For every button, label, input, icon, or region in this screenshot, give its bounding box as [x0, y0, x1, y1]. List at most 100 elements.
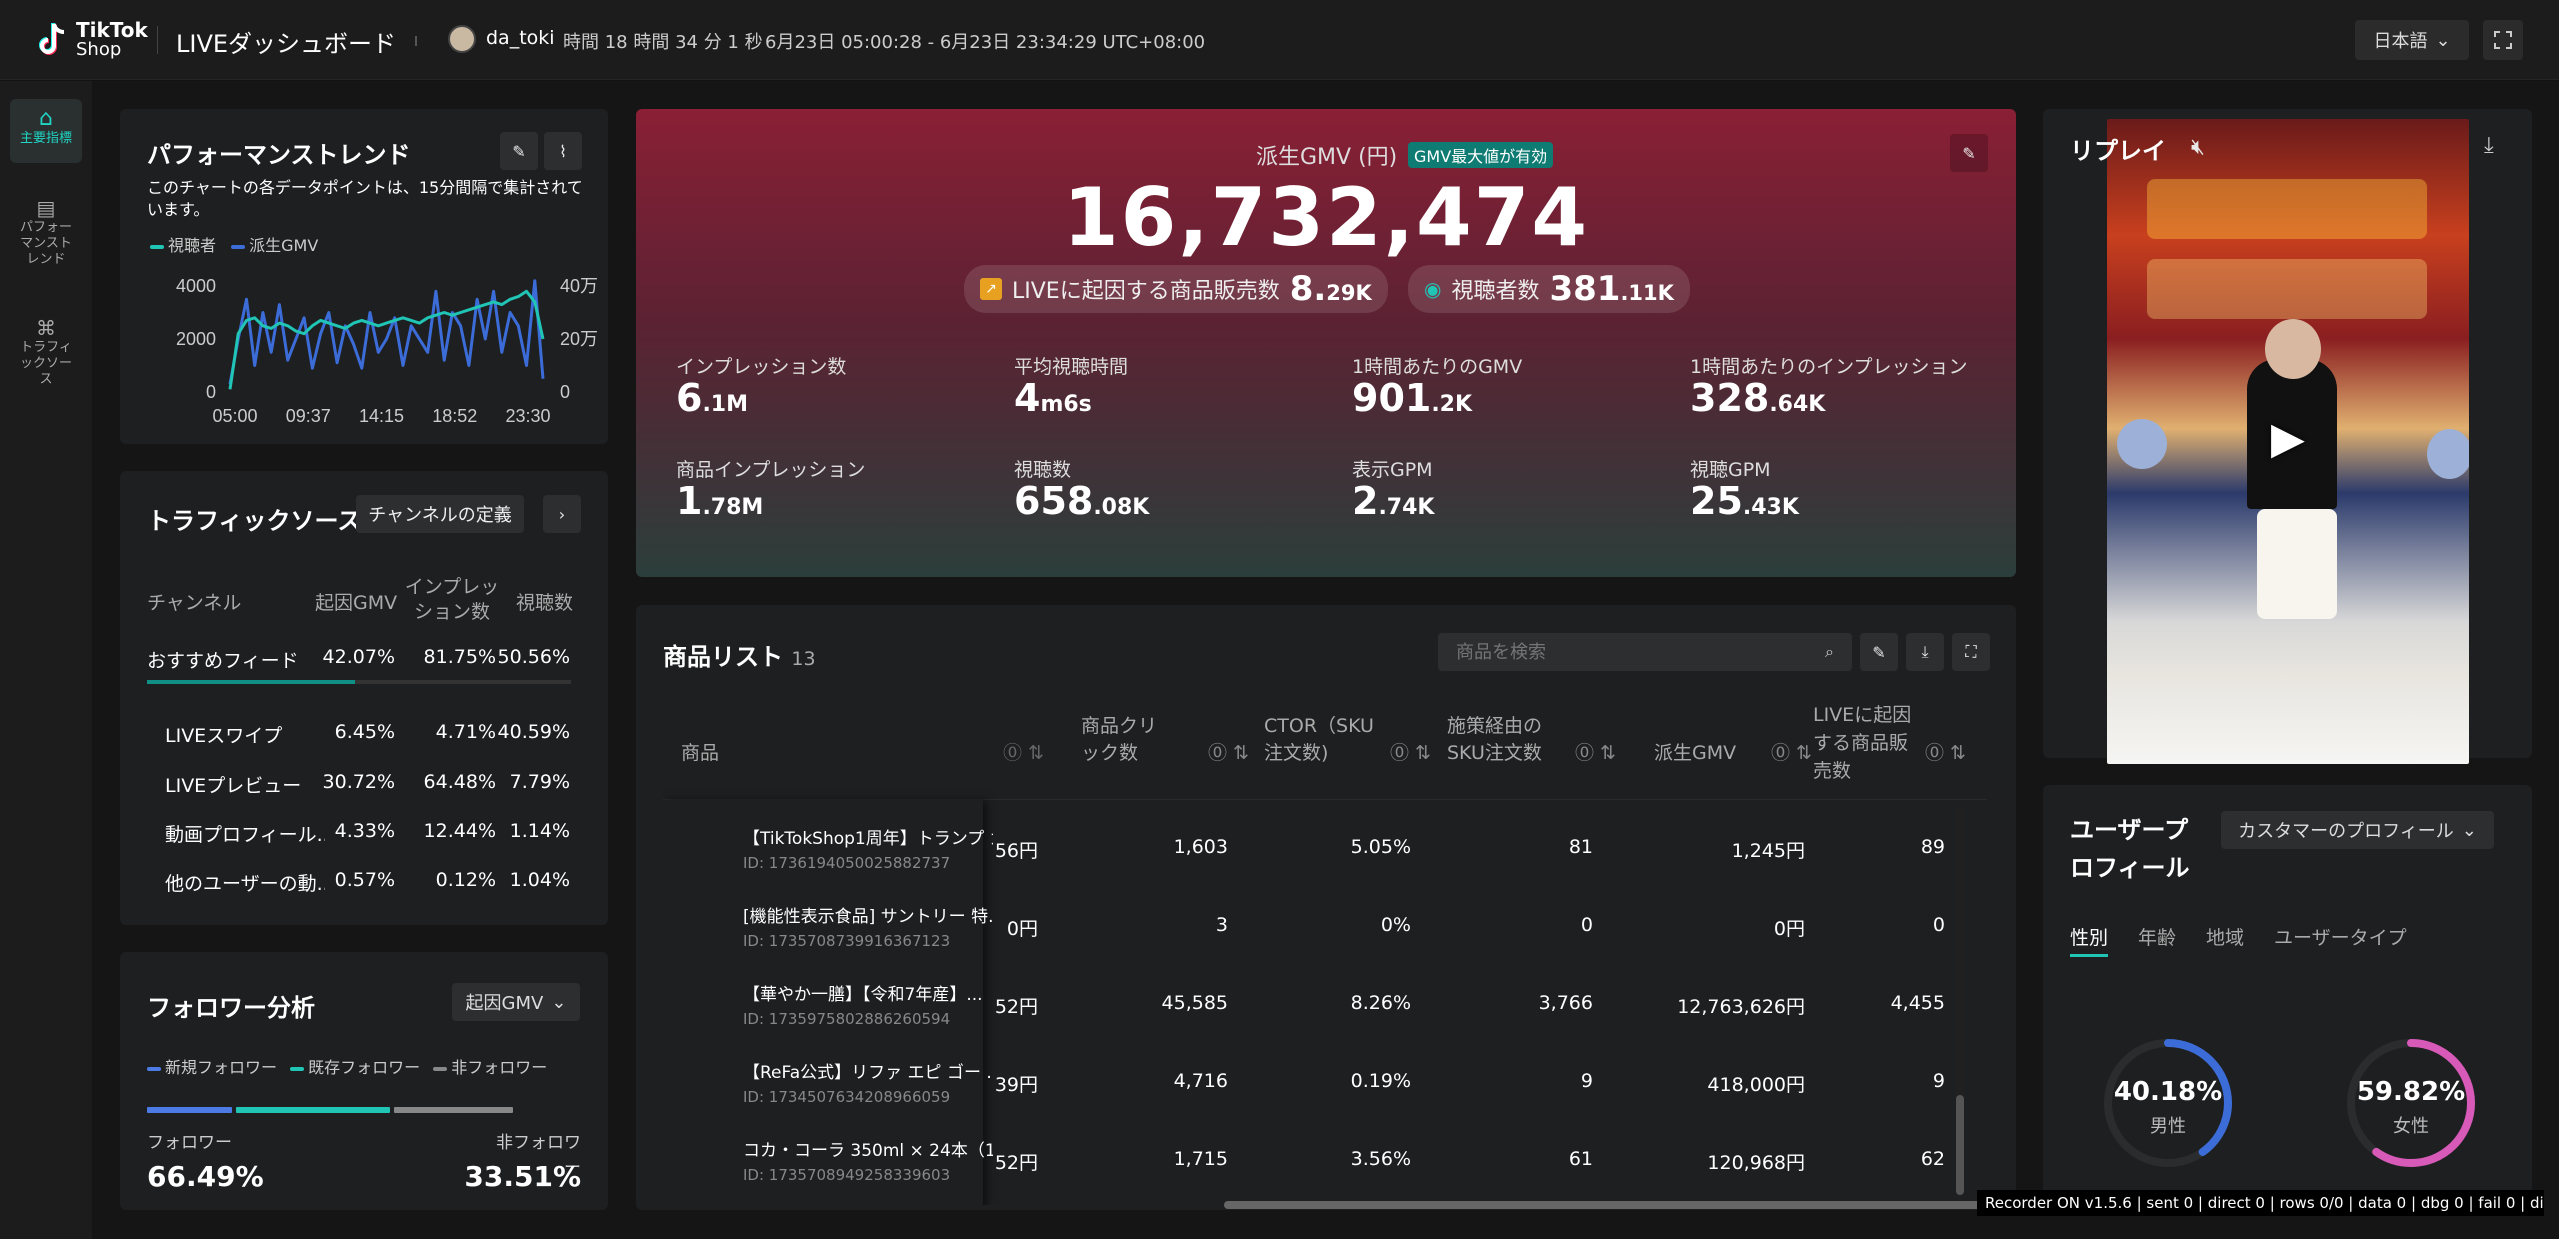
- download-icon[interactable]: ⤓: [2484, 133, 2494, 158]
- user-profile-card: ユーザープロフィール カスタマーのプロフィール ⌄ 性別 年齢 地域 ユーザータイ…: [2043, 785, 2532, 1210]
- table-row[interactable]: 13 コカ・コーラ 350ml × 24本（1... ID: 17357089492…: [663, 1122, 1953, 1200]
- profile-type-select[interactable]: カスタマーのプロフィール ⌄: [2221, 811, 2494, 849]
- product-id: ID: 1734507634208966059: [743, 1088, 951, 1106]
- sidenav-item-traffic-source[interactable]: ⌘ トラフィックソース: [10, 316, 82, 396]
- edit-columns-button[interactable]: ✎: [1860, 633, 1898, 671]
- cell-gmv: 12,763,626円: [1677, 996, 1805, 1018]
- product-name[interactable]: 【ReFa公式】リファ エピ ゴー ...: [743, 1058, 993, 1083]
- card-title: パフォーマンストレンド: [147, 141, 411, 169]
- sort-icon: ⓪ ⇅: [1390, 742, 1431, 764]
- mute-icon[interactable]: 🔇︎: [2191, 135, 2205, 160]
- cell-sku: 3,766: [1538, 992, 1593, 1014]
- cell-sku: 9: [1580, 1070, 1593, 1092]
- table-row[interactable]: 10 [機能性表示食品] サントリー 特... ID: 17357087399163…: [663, 888, 1953, 966]
- edit-button[interactable]: ✎: [1950, 134, 1988, 172]
- traffic-gmv: 6.45%: [334, 721, 395, 743]
- product-name[interactable]: [機能性表示食品] サントリー 特...: [743, 902, 993, 927]
- traffic-views: 1.04%: [509, 869, 570, 891]
- balloon-graphic: [2427, 429, 2469, 479]
- traffic-views: 1.14%: [509, 820, 570, 842]
- search-icon: ⌕: [1825, 642, 1834, 661]
- traffic-channel: 他のユーザーの動...: [165, 873, 325, 895]
- metric-value-main: 658: [1014, 479, 1094, 523]
- metric-value-main: 901: [1352, 376, 1432, 420]
- product-search[interactable]: ⌕: [1438, 633, 1852, 671]
- sidenav-item-performance-trend[interactable]: ▤ パフォーマンストレンド: [10, 196, 82, 276]
- y-right-tick: 20万: [560, 329, 598, 349]
- traffic-row[interactable]: LIVEプレビュー 30.72% 64.48% 7.79%: [120, 759, 608, 803]
- traffic-row[interactable]: おすすめフィード 42.07% 81.75% 50.56%: [120, 634, 608, 684]
- legend-swatch: [231, 244, 246, 249]
- col-header-product: 商品: [681, 742, 720, 764]
- edit-icon: ✎: [512, 141, 526, 161]
- product-name[interactable]: 【華やか一膳】【令和7年産】...: [743, 980, 993, 1005]
- product-name[interactable]: コカ・コーラ 350ml × 24本（1...: [743, 1136, 993, 1161]
- x-tick: 18:52: [432, 406, 477, 426]
- replay-video[interactable]: ▶: [2107, 119, 2469, 764]
- trend-up-icon: ↗: [980, 278, 1002, 300]
- horizontal-scrollbar[interactable]: [1224, 1201, 1984, 1209]
- tab-region[interactable]: 地域: [2206, 923, 2244, 957]
- chevron-down-icon: ⌄: [2435, 29, 2451, 51]
- cell-sold: 0: [1932, 914, 1945, 936]
- col-header-gmv: 起因GMV: [315, 592, 398, 614]
- tab-gender[interactable]: 性別: [2070, 923, 2109, 957]
- tab-user-type[interactable]: ユーザータイプ: [2274, 923, 2407, 957]
- edit-button[interactable]: ✎: [500, 132, 538, 170]
- chart-icon: ▤: [36, 196, 56, 220]
- table-row[interactable]: 12 【ReFa公式】リファ エピ ゴー ... ID: 1734507634208…: [663, 1044, 1953, 1122]
- channel-definition-button[interactable]: チャンネルの定義: [356, 495, 524, 533]
- follower-metric-select[interactable]: 起因GMV ⌄: [452, 983, 580, 1021]
- cell-clicks: 1,715: [1173, 1148, 1228, 1170]
- balloon-graphic: [2117, 419, 2167, 469]
- metric-label: インプレッション数: [676, 356, 847, 378]
- metric-value-main: 25: [1690, 479, 1743, 523]
- traffic-row[interactable]: 動画プロフィール... 4.33% 12.44% 1.14%: [120, 808, 608, 852]
- vertical-scrollbar-thumb[interactable]: [1956, 1095, 1964, 1195]
- fullscreen-button[interactable]: [2483, 20, 2523, 60]
- next-button[interactable]: ›: [543, 495, 581, 533]
- product-search-input[interactable]: [1456, 641, 1826, 663]
- cell-sku: 81: [1568, 836, 1593, 858]
- col-header-impressions: インプレッション数: [404, 576, 500, 623]
- expand-button[interactable]: ⛶: [1952, 633, 1990, 671]
- play-icon[interactable]: ▶: [2271, 413, 2305, 464]
- cell-ctor: 3.56%: [1350, 1148, 1411, 1170]
- product-name[interactable]: 【TikTokShop1周年】トランプ カ...: [743, 824, 993, 849]
- divider: [415, 36, 417, 46]
- legend-swatch: [433, 1066, 448, 1071]
- traffic-row[interactable]: LIVEスワイプ 6.45% 4.71% 40.59%: [120, 709, 608, 753]
- pill-value: 8.29K: [1290, 269, 1372, 309]
- trend-chart: 4000 2000 0 40万 20万 0 05:00 09:37 14:15 18:52 23:3…: [176, 276, 598, 426]
- col-header-clicks: 商品クリック数: [1081, 715, 1158, 764]
- chevron-down-icon: ⌄: [2461, 819, 2477, 841]
- follower-legend: 新規フォロワー 既存フォロワー 非フォロワー: [147, 1054, 547, 1078]
- table-row[interactable]: 9 【TikTokShop1周年】トランプ カ... ID: 17361940500…: [663, 810, 1953, 888]
- metric-value-suffix: m6s: [1040, 392, 1092, 417]
- download-icon: ⤓: [1921, 642, 1929, 661]
- y-left-tick: 2000: [176, 329, 216, 349]
- metric-value-suffix: .64K: [1769, 392, 1826, 417]
- sidenav-item-key-metrics[interactable]: ⌂ 主要指標: [10, 99, 82, 163]
- cell-clicks: 4,716: [1173, 1070, 1228, 1092]
- table-row[interactable]: 11 【華やか一膳】【令和7年産】... ID: 17359758028862605…: [663, 966, 1953, 1044]
- card-title: リプレイ: [2070, 137, 2166, 165]
- avatar[interactable]: [448, 25, 476, 53]
- legend-swatch: [147, 1066, 161, 1071]
- traffic-channel: 動画プロフィール...: [165, 824, 325, 846]
- cell-sold: 89: [1920, 836, 1945, 858]
- metric-value-suffix: .1M: [702, 392, 749, 417]
- follower-bar-segment: [393, 1107, 513, 1113]
- language-select[interactable]: 日本語 ⌄: [2355, 20, 2469, 60]
- non-follower-pct: 33.51%: [464, 1160, 581, 1193]
- sidenav-label: トラフィックソース: [19, 340, 72, 387]
- col-header-ctor: CTOR（SKU注文数): [1264, 715, 1374, 764]
- tab-age[interactable]: 年齢: [2138, 923, 2176, 957]
- download-button[interactable]: ⤓: [1906, 633, 1944, 671]
- y-right-tick: 40万: [560, 276, 598, 296]
- chart-toggle-button[interactable]: ⌇: [544, 132, 582, 170]
- metric-value: 901.2K: [1352, 376, 1472, 420]
- tiktok-shop-logo[interactable]: TikTok Shop: [36, 20, 148, 60]
- divider: [157, 26, 158, 54]
- traffic-row[interactable]: 他のユーザーの動... 0.57% 0.12% 1.04%: [120, 857, 608, 901]
